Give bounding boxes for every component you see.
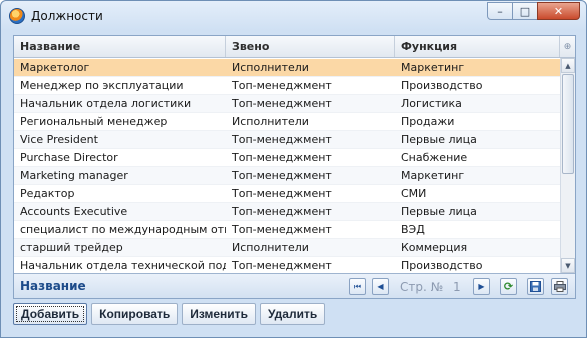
cell-name: Vice President <box>20 133 98 146</box>
cell-function: ВЭД <box>401 223 425 236</box>
pager-field-label: Название <box>20 279 86 293</box>
window-title: Должности <box>31 9 103 23</box>
edit-button[interactable]: Изменить <box>182 303 256 325</box>
cell-level: Исполнители <box>232 61 309 74</box>
table-row[interactable]: Редактор Топ-менеджмент СМИ <box>14 185 560 203</box>
cell-name: Начальник отдела логистики <box>20 97 192 110</box>
cell-function: Первые лица <box>401 205 477 218</box>
cell-name: Маркетолог <box>20 61 90 74</box>
maximize-button[interactable]: □ <box>512 2 538 20</box>
cell-function: Производство <box>401 259 483 272</box>
table-row[interactable]: Marketing manager Топ-менеджмент Маркети… <box>14 167 560 185</box>
cell-name: Редактор <box>20 187 75 200</box>
table-row[interactable]: Начальник отдела логистики Топ-менеджмен… <box>14 95 560 113</box>
delete-button[interactable]: Удалить <box>259 303 326 325</box>
cell-function: СМИ <box>401 187 427 200</box>
cell-level: Топ-менеджмент <box>232 169 332 182</box>
cell-function: Маркетинг <box>401 61 465 74</box>
cell-level: Топ-менеджмент <box>232 187 332 200</box>
column-header-name[interactable]: Название <box>14 36 226 57</box>
close-button[interactable]: ✕ <box>537 2 580 20</box>
grid-body: Маркетолог Исполнители Маркетинг Менедже… <box>14 59 560 273</box>
cell-name: Начальник отдела технической под… <box>20 259 226 272</box>
cell-function: Коммерция <box>401 241 468 254</box>
first-page-icon[interactable]: ⏮ <box>349 278 366 295</box>
cell-level: Топ-менеджмент <box>232 151 332 164</box>
scroll-down-arrow-icon[interactable]: ▼ <box>561 258 575 273</box>
save-icon[interactable] <box>527 278 544 295</box>
cell-name: Региональный менеджер <box>20 115 168 128</box>
print-icon[interactable] <box>551 278 568 295</box>
cell-name: Marketing manager <box>20 169 128 182</box>
next-page-icon[interactable]: ▶ <box>473 278 490 295</box>
vertical-scrollbar[interactable]: ▲ ▼ <box>560 58 575 273</box>
title-bar[interactable]: Должности – □ ✕ <box>1 1 586 31</box>
cell-function: Снабжение <box>401 151 468 164</box>
table-row[interactable]: старший трейдер Исполнители Коммерция <box>14 239 560 257</box>
scroll-up-arrow-icon[interactable]: ▲ <box>561 58 575 73</box>
add-button[interactable]: Добавить <box>13 303 88 325</box>
app-globe-icon <box>9 8 25 24</box>
cell-name: Purchase Director <box>20 151 118 164</box>
positions-grid: Название Звено Функция ⊕ Маркетолог Испо… <box>13 35 576 299</box>
table-row[interactable]: Purchase Director Топ-менеджмент Снабжен… <box>14 149 560 167</box>
cell-function: Первые лица <box>401 133 477 146</box>
pager-bar: Название ⏮ ◀ Стр. № 1 ▶ ⟳ <box>14 273 575 298</box>
minimize-button[interactable]: – <box>487 2 513 20</box>
action-buttons: Добавить Копировать Изменить Удалить <box>13 303 329 325</box>
page-number-label: Стр. № <box>400 280 444 294</box>
table-row[interactable]: Начальник отдела технической под… Топ-ме… <box>14 257 560 273</box>
cell-function: Продажи <box>401 115 455 128</box>
cell-name: старший трейдер <box>20 241 123 254</box>
column-chooser-icon[interactable]: ⊕ <box>559 36 575 57</box>
copy-button[interactable]: Копировать <box>91 303 179 325</box>
cell-function: Производство <box>401 79 483 92</box>
grid-header: Название Звено Функция ⊕ <box>14 36 575 58</box>
cell-name: Менеджер по эксплуатации <box>20 79 184 92</box>
table-row[interactable]: Маркетолог Исполнители Маркетинг <box>14 59 560 77</box>
prev-page-icon[interactable]: ◀ <box>372 278 389 295</box>
cell-level: Топ-менеджмент <box>232 205 332 218</box>
table-row[interactable]: Accounts Executive Топ-менеджмент Первые… <box>14 203 560 221</box>
cell-level: Топ-менеджмент <box>232 79 332 92</box>
cell-level: Топ-менеджмент <box>232 259 332 272</box>
cell-function: Маркетинг <box>401 169 465 182</box>
column-header-level[interactable]: Звено <box>226 36 395 57</box>
cell-level: Исполнители <box>232 241 309 254</box>
cell-name: Accounts Executive <box>20 205 128 218</box>
window-controls: – □ ✕ <box>487 2 580 21</box>
cell-level: Топ-менеджмент <box>232 97 332 110</box>
table-row[interactable]: специалист по международным отн… Топ-мен… <box>14 221 560 239</box>
column-header-function[interactable]: Функция <box>395 36 559 57</box>
cell-level: Исполнители <box>232 115 309 128</box>
refresh-icon[interactable]: ⟳ <box>500 278 517 295</box>
table-row[interactable]: Vice President Топ-менеджмент Первые лиц… <box>14 131 560 149</box>
cell-function: Логистика <box>401 97 462 110</box>
page-number-input[interactable]: 1 <box>453 280 461 294</box>
table-row[interactable]: Менеджер по эксплуатации Топ-менеджмент … <box>14 77 560 95</box>
window: Должности – □ ✕ Название Звено Функция ⊕… <box>0 0 587 338</box>
scroll-thumb[interactable] <box>562 74 574 174</box>
table-row[interactable]: Региональный менеджер Исполнители Продаж… <box>14 113 560 131</box>
cell-level: Топ-менеджмент <box>232 133 332 146</box>
cell-level: Топ-менеджмент <box>232 223 332 236</box>
cell-name: специалист по международным отн… <box>20 223 226 236</box>
